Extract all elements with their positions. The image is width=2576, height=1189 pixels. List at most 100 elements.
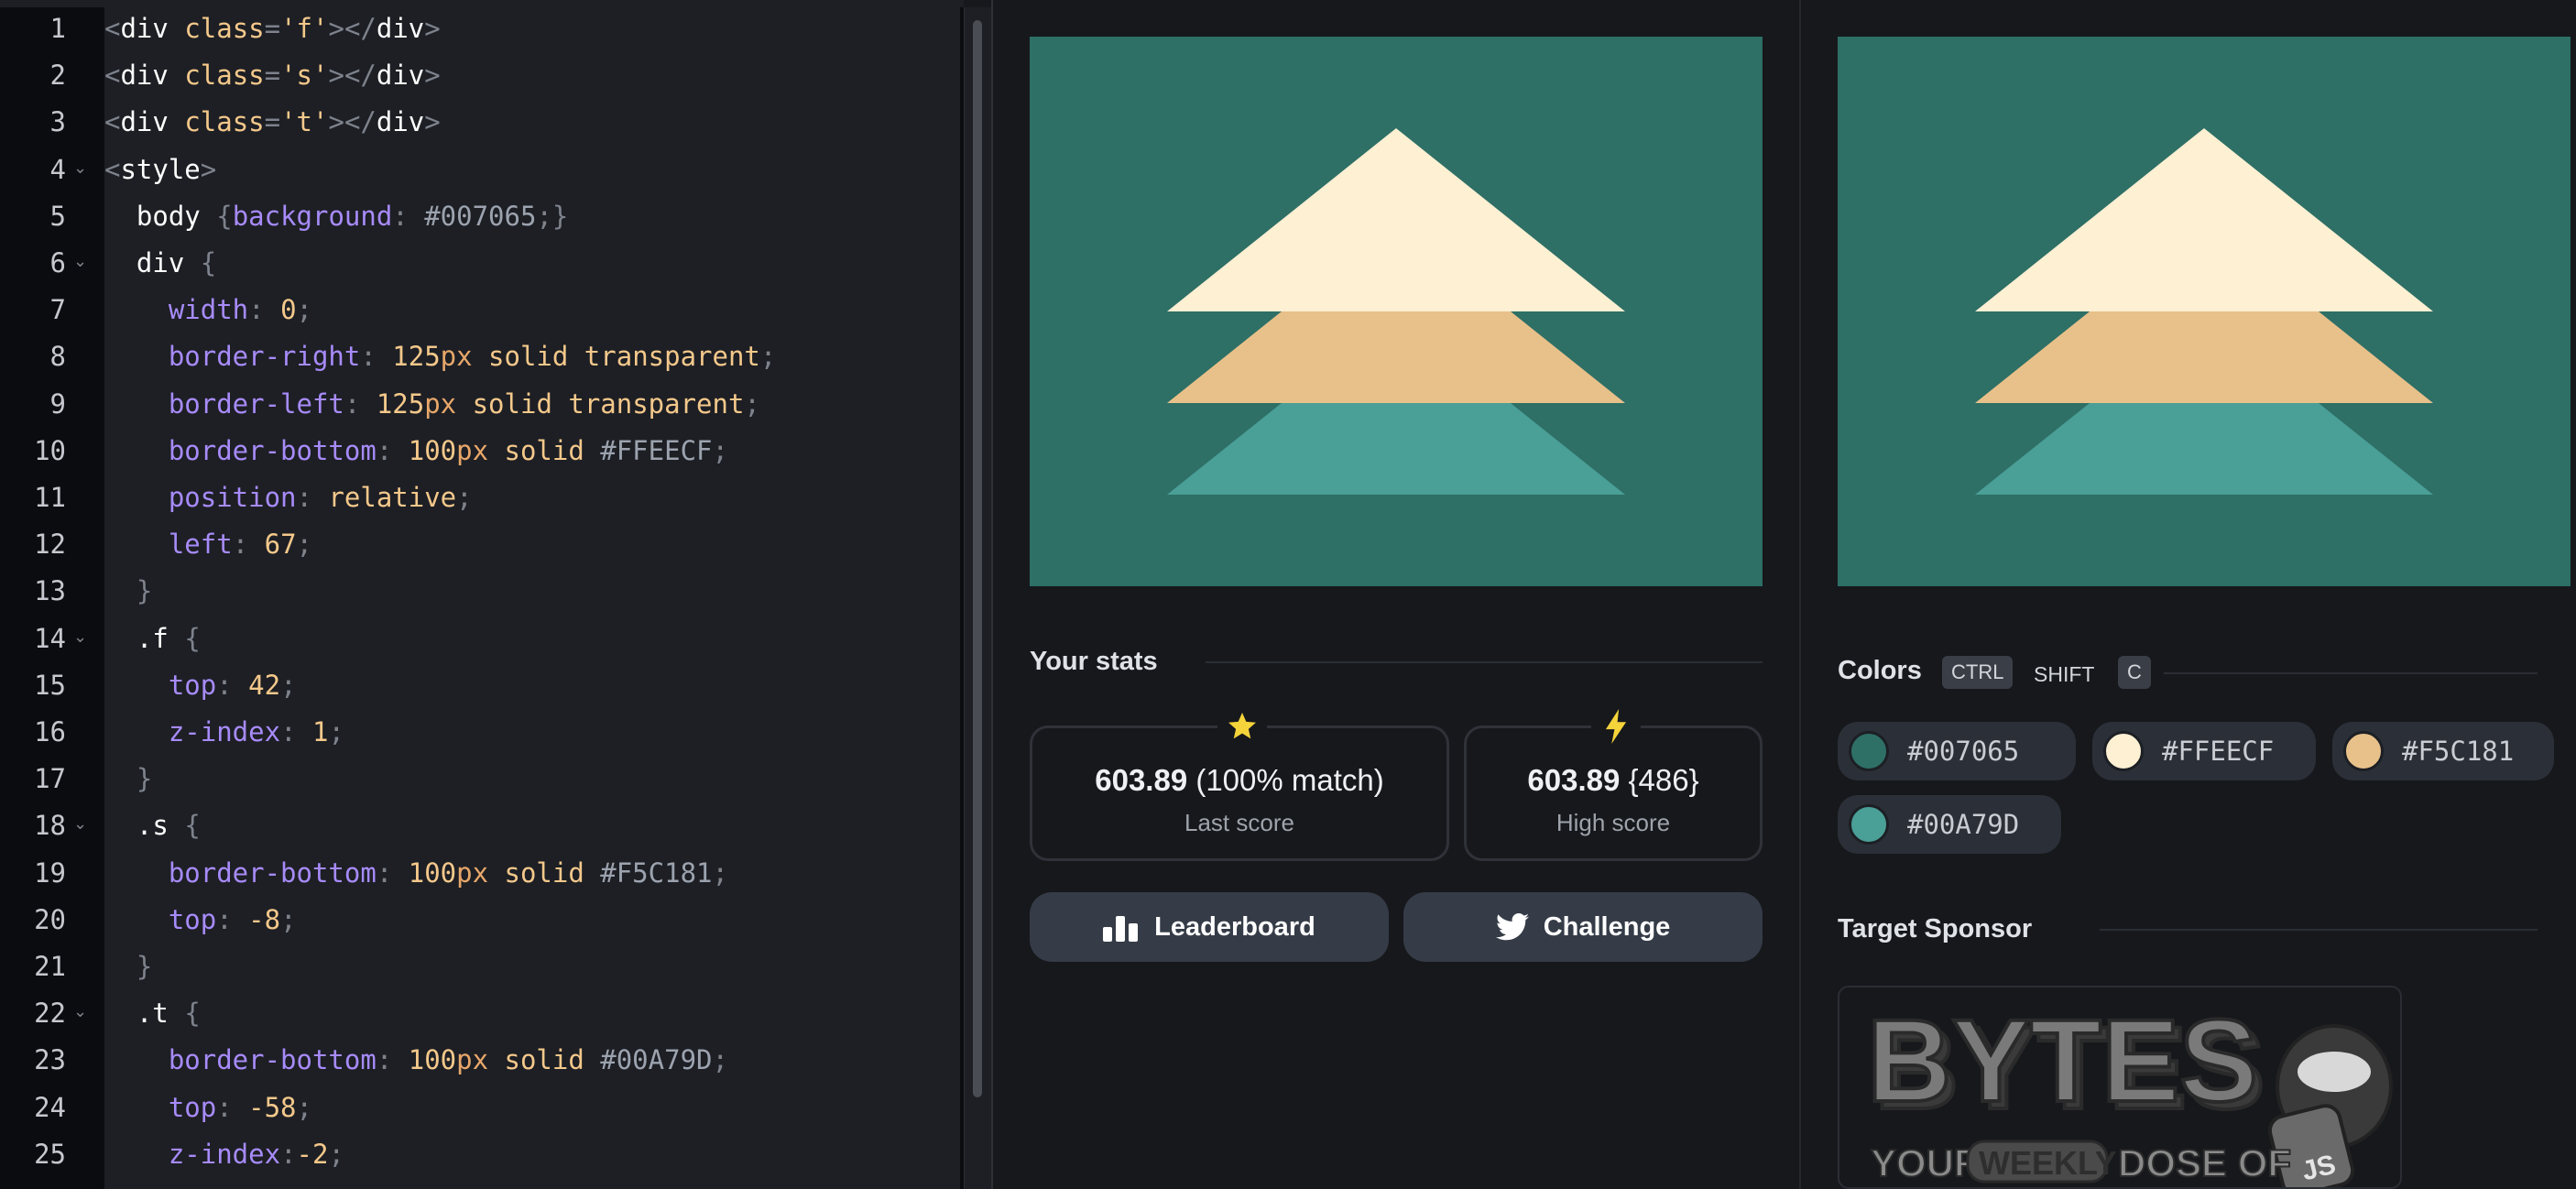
color-chip[interactable]: #FFEECF: [2092, 722, 2316, 780]
code-line[interactable]: 17 }: [0, 756, 964, 802]
code-line[interactable]: 23 border-bottom: 100px solid #00A79D;: [0, 1037, 964, 1084]
fold-chevron-icon[interactable]: ⌄: [73, 251, 87, 273]
code-line[interactable]: 1 <div class='f'></div>: [0, 5, 964, 52]
code-line[interactable]: 9 border-left: 125px solid transparent;: [0, 381, 964, 428]
code-token: #F5C181: [600, 856, 713, 889]
last-score-match: (100% match): [1195, 763, 1384, 797]
challenge-button[interactable]: Challenge: [1403, 892, 1763, 962]
code-token: 't': [280, 106, 329, 138]
code-text: <style>: [104, 147, 216, 193]
tagline-your: YOUR: [1871, 1141, 1981, 1184]
code-token: :: [360, 341, 393, 373]
code-token: ;: [456, 482, 473, 513]
code-line[interactable]: 25 z-index:-2;: [0, 1131, 964, 1178]
star-icon: [1217, 706, 1267, 747]
code-text: .t {: [104, 990, 201, 1037]
code-text: left: 67;: [104, 521, 312, 568]
code-token: 100: [408, 1044, 457, 1076]
code-token: border-right: [104, 341, 361, 373]
code-token: class: [184, 106, 265, 138]
code-line[interactable]: 21 }: [0, 944, 964, 990]
color-chip[interactable]: #007065: [1838, 722, 2076, 780]
code-line[interactable]: 3 <div class='t'></div>: [0, 99, 964, 146]
code-line[interactable]: 22 ⌄ .t {: [0, 990, 964, 1037]
code-token: ></: [328, 60, 377, 92]
code-token: ;: [712, 856, 728, 889]
code-line[interactable]: 19 border-bottom: 100px solid #F5C181;: [0, 850, 964, 897]
code-line[interactable]: 4 ⌄ <style>: [0, 147, 964, 193]
colors-title: Colors: [1838, 656, 1922, 685]
high-score-card: 603.89 {486} High score: [1464, 706, 1763, 861]
line-number: 22: [34, 998, 66, 1030]
code-text: border-bottom: 100px solid #F5C181;: [104, 850, 728, 897]
color-chip[interactable]: #00A79D: [1838, 795, 2061, 854]
fold-chevron-icon[interactable]: ⌄: [73, 1001, 87, 1023]
code-line[interactable]: 15 top: 42;: [0, 662, 964, 709]
code-token: width: [104, 294, 249, 326]
code-line[interactable]: 7 width: 0;: [0, 287, 964, 333]
code-token: ;: [328, 716, 344, 747]
sponsor-title: Target Sponsor: [1838, 914, 2033, 944]
fold-chevron-icon[interactable]: ⌄: [73, 158, 87, 180]
code-token: #007065: [424, 200, 537, 232]
line-number: 6: [49, 247, 66, 278]
code-token: :: [216, 1091, 249, 1123]
code-token: }: [104, 951, 153, 982]
code-token: =: [264, 60, 281, 92]
code-text: }: [104, 944, 152, 990]
code-token: div: [376, 13, 425, 44]
code-token: >: [200, 153, 217, 185]
leaderboard-label: Leaderboard: [1154, 911, 1315, 942]
code-line[interactable]: 16 z-index: 1;: [0, 709, 964, 756]
code-line[interactable]: 18 ⌄ .s {: [0, 802, 964, 849]
stats-rule: [1206, 661, 1763, 663]
code-line[interactable]: 2 <div class='s'></div>: [0, 52, 964, 99]
code-editor[interactable]: 1 <div class='f'></div> 2 <div class='s'></…: [0, 0, 964, 1189]
code-line[interactable]: 14 ⌄ .f {: [0, 616, 964, 662]
code-token: -2: [296, 1138, 329, 1170]
code-token: solid: [488, 856, 601, 889]
line-number: 18: [34, 810, 66, 842]
color-chip[interactable]: #F5C181: [2332, 722, 2554, 780]
code-token: .f: [104, 622, 185, 654]
code-line[interactable]: 20 top: -8;: [0, 897, 964, 944]
shortcut-c: C: [2118, 656, 2151, 689]
code-line[interactable]: 8 border-right: 125px solid transparent;: [0, 333, 964, 380]
code-token: border-left: [104, 387, 344, 420]
code-token: ;: [712, 1044, 728, 1076]
code-text: body {background: #007065;}: [104, 193, 568, 240]
color-hex: #00A79D: [1907, 809, 2020, 840]
target-preview[interactable]: [1838, 37, 2571, 586]
line-number: 21: [34, 951, 66, 982]
code-text: top: -58;: [104, 1085, 312, 1131]
code-line[interactable]: 6 ⌄ div {: [0, 240, 964, 287]
code-token: }: [104, 575, 153, 607]
code-token: =: [264, 106, 281, 138]
code-token: 's': [280, 60, 329, 92]
output-panel: Your stats 603.89 (100% match) Last scor…: [993, 0, 1799, 1189]
code-token: px: [440, 341, 473, 373]
code-line[interactable]: 5 body {background: #007065;}: [0, 193, 964, 240]
code-token: {: [216, 200, 233, 232]
code-line[interactable]: 10 border-bottom: 100px solid #FFEECF;: [0, 428, 964, 475]
sponsor-banner[interactable]: BYTES BYTES JS YOUR WEEKLY DOSE OF: [1838, 986, 2402, 1189]
code-line[interactable]: 24 top: -58;: [0, 1085, 964, 1131]
leaderboard-button[interactable]: Leaderboard: [1030, 892, 1389, 962]
code-token: :: [392, 200, 425, 232]
code-token: :: [216, 903, 249, 935]
last-score-value: 603.89 (100% match): [1032, 763, 1446, 798]
fold-chevron-icon[interactable]: ⌄: [73, 813, 87, 835]
editor-scrollbar-thumb[interactable]: [973, 20, 982, 1097]
code-token: .t: [104, 998, 185, 1030]
code-line[interactable]: 13 }: [0, 568, 964, 615]
code-line[interactable]: 12 left: 67;: [0, 521, 964, 568]
fold-chevron-icon[interactable]: ⌄: [73, 627, 87, 649]
output-preview[interactable]: [1030, 37, 1763, 586]
code-token: div: [120, 13, 185, 44]
code-token: px: [456, 434, 489, 466]
code-token: ></: [328, 13, 377, 44]
code-text: .f {: [104, 616, 201, 662]
high-score-extra: {486}: [1628, 763, 1699, 797]
code-text: width: 0;: [104, 287, 312, 333]
code-line[interactable]: 11 position: relative;: [0, 475, 964, 521]
